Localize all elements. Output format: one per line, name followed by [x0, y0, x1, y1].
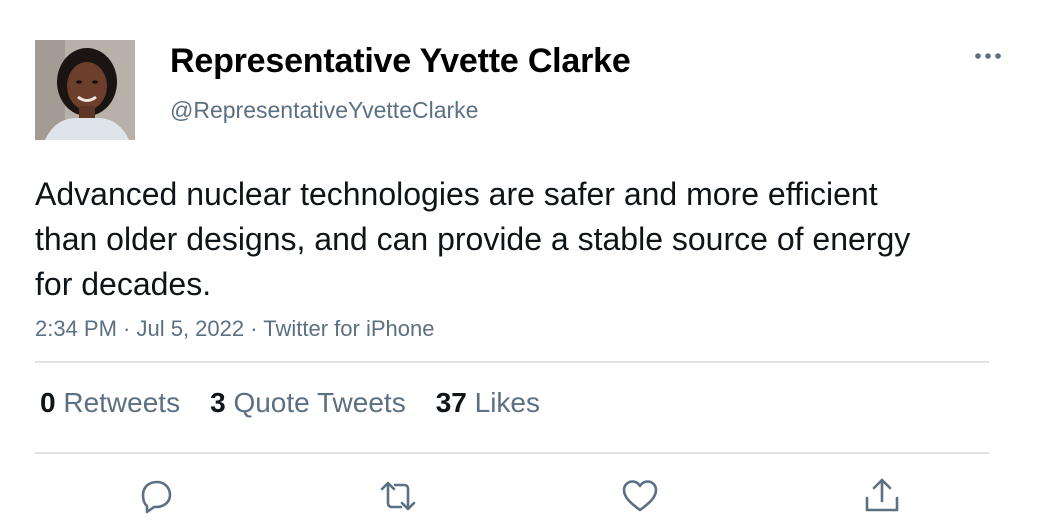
quote-tweets-label: Quote Tweets: [233, 387, 406, 418]
retweet-button[interactable]: [378, 476, 418, 516]
display-name[interactable]: Representative Yvette Clarke: [170, 42, 631, 81]
tweet-meta[interactable]: 2:34 PM · Jul 5, 2022 · Twitter for iPho…: [35, 316, 434, 342]
quote-tweets-stat[interactable]: 3 Quote Tweets: [210, 387, 406, 419]
more-options-button[interactable]: [968, 40, 1008, 72]
tweet-text: Advanced nuclear technologies are safer …: [35, 176, 911, 302]
likes-label: Likes: [474, 387, 541, 418]
divider: [35, 452, 989, 454]
share-button[interactable]: [862, 476, 902, 516]
retweets-label: Retweets: [63, 387, 181, 418]
retweets-count: 0: [40, 387, 56, 418]
avatar[interactable]: [35, 40, 135, 140]
likes-count: 37: [435, 387, 467, 418]
user-handle[interactable]: @RepresentativeYvetteClarke: [170, 97, 478, 124]
like-icon: [622, 480, 658, 512]
profile-photo-icon: [35, 40, 135, 140]
retweets-stat[interactable]: 0 Retweets: [40, 387, 180, 419]
like-button[interactable]: [620, 476, 660, 516]
retweet-icon: [380, 481, 416, 511]
share-icon: [865, 478, 899, 512]
more-icon: [975, 53, 1001, 59]
reply-button[interactable]: [136, 476, 176, 516]
reply-icon: [141, 480, 172, 514]
divider: [35, 361, 989, 363]
likes-stat[interactable]: 37 Likes: [436, 387, 540, 419]
quote-tweets-count: 3: [210, 387, 226, 418]
tweet-stats: 0 Retweets 3 Quote Tweets 37 Likes: [40, 387, 540, 419]
